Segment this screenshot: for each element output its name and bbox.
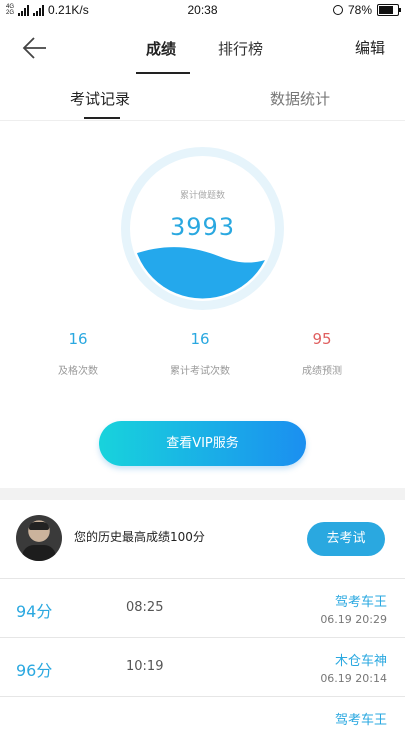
record-duration: 10:19 [126,659,164,674]
record-rank: 驾考车王 [334,595,387,610]
back-arrow-icon[interactable] [22,36,48,60]
go-exam-button[interactable]: 去考试 [307,522,385,556]
stat-passed: 16 及格次数 [18,330,138,377]
question-count-gauge: 累计做题数 3993 [121,147,284,310]
tab-data-statistics[interactable]: 数据统计 [270,88,330,109]
section-separator [0,488,405,500]
gauge-label: 累计做题数 [179,191,225,201]
record-rank: 驾考车王 [334,713,387,728]
profile-row: 您的历史最高成绩100分 去考试 [0,500,405,579]
status-right: 78% [332,3,401,17]
stat-prediction: 95 成绩预测 [262,330,382,377]
edit-button[interactable]: 编辑 [355,37,385,58]
sub-tabs: 考试记录 数据统计 [0,74,405,121]
battery-percent: 78% [347,3,372,17]
stat-total-exams-value: 16 [190,330,210,348]
alarm-icon [332,5,343,15]
stat-passed-value: 16 [68,330,88,348]
record-date: 06.19 20:29 [320,613,387,626]
stat-total-exams: 16 累计考试次数 [140,330,260,377]
exam-record-row[interactable]: 驾考车王 [0,697,405,755]
tab-exam-records[interactable]: 考试记录 [70,88,130,109]
record-rank: 木仓车神 [334,654,387,669]
stat-total-exams-caption: 累计考试次数 [170,366,230,377]
vip-service-button[interactable]: 查看VIP服务 [99,421,306,466]
status-bar: 4G 2G 0.21K/s 20:38 78% [0,0,405,22]
stat-prediction-caption: 成绩预测 [302,366,342,377]
sub-tab-indicator [84,117,120,119]
best-score-message: 您的历史最高成绩100分 [74,530,205,544]
stat-prediction-value: 95 [312,330,332,348]
tab-scores[interactable]: 成绩 [146,38,176,59]
record-score: 94分 [16,602,53,621]
avatar[interactable] [16,515,62,561]
record-score: 96分 [16,661,53,680]
record-date: 06.19 20:14 [320,672,387,685]
exam-record-row[interactable]: 94分 08:25 驾考车王 06.19 20:29 [0,579,405,638]
gauge-value: 3993 [169,213,236,241]
record-duration: 08:25 [126,600,164,615]
battery-icon [377,4,401,16]
stat-passed-caption: 及格次数 [58,366,98,377]
exam-record-row[interactable]: 96分 10:19 木仓车神 06.19 20:14 [0,638,405,697]
tab-leaderboard[interactable]: 排行榜 [218,38,263,59]
nav-bar: 成绩 排行榜 编辑 [0,22,405,74]
